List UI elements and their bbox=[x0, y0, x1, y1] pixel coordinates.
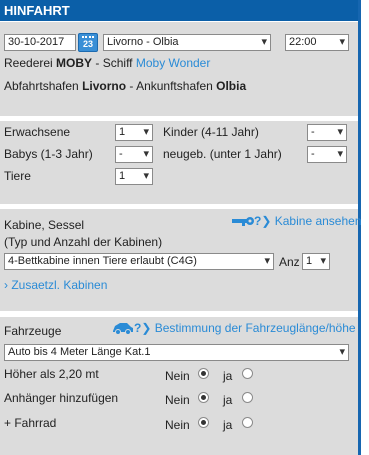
arrival-label: - Ankunftshafen bbox=[129, 79, 213, 93]
pets-select[interactable]: 1 bbox=[115, 168, 153, 185]
bicycle-no-label: Nein bbox=[165, 418, 190, 432]
route-value: Livorno - Olbia bbox=[107, 36, 179, 48]
babies-value: - bbox=[119, 148, 123, 160]
vehicle-type-select[interactable]: Auto bis 4 Meter Länge Kat.1 bbox=[4, 344, 349, 361]
adults-select[interactable]: 1 bbox=[115, 124, 153, 141]
height-no-radio[interactable] bbox=[198, 368, 209, 379]
height-option-label: Höher als 2,20 mt bbox=[4, 367, 99, 381]
pets-value: 1 bbox=[119, 170, 126, 182]
time-select[interactable]: 22:00 bbox=[285, 34, 349, 51]
section-header: HINFAHRT bbox=[0, 0, 358, 21]
extra-cabins-link[interactable]: › Zusaetzl. Kabinen bbox=[4, 278, 107, 292]
ship-label: - Schiff bbox=[95, 56, 133, 70]
ship-name-link[interactable]: Moby Wonder bbox=[136, 56, 210, 70]
vehicles-panel: Fahrzeuge ?❯ Bestimmung der Fahrzeugläng… bbox=[0, 317, 358, 455]
babies-select[interactable]: - bbox=[115, 146, 153, 163]
calendar-icon[interactable]: 23 bbox=[78, 33, 98, 52]
route-select[interactable]: Livorno - Olbia bbox=[103, 34, 271, 51]
vehicle-size-label: Bestimmung der Fahrzeuglänge/höhe bbox=[154, 321, 356, 335]
arrival-port: Olbia bbox=[216, 79, 247, 93]
babies-label: Babys (1-3 Jahr) bbox=[4, 147, 93, 161]
passengers-panel: Erwachsene 1 Kinder (4-11 Jahr) - Babys … bbox=[0, 121, 358, 204]
section-title: HINFAHRT bbox=[4, 3, 70, 18]
shipping-line: Reederei MOBY - Schiff Moby Wonder bbox=[4, 56, 210, 70]
cabins-subtitle: (Typ und Anzahl der Kabinen) bbox=[4, 235, 163, 249]
cabin-type-value: 4-Bettkabine innen Tiere erlaubt (C4G) bbox=[8, 255, 197, 267]
trailer-option-label: Anhänger hinzufügen bbox=[4, 391, 119, 405]
vehicles-title: Fahrzeuge bbox=[4, 324, 62, 338]
cabins-panel: Kabine, Sessel (Typ und Anzahl der Kabin… bbox=[0, 209, 362, 311]
shipping-label: Reederei bbox=[4, 56, 53, 70]
cabins-title: Kabine, Sessel bbox=[4, 218, 85, 232]
chevron-right-icon: ❯ bbox=[261, 214, 272, 228]
trailer-no-radio[interactable] bbox=[198, 392, 209, 403]
height-no-label: Nein bbox=[165, 369, 190, 383]
time-value: 22:00 bbox=[289, 36, 317, 48]
adults-label: Erwachsene bbox=[4, 125, 71, 139]
newborn-label: neugeb. (unter 1 Jahr) bbox=[163, 147, 282, 161]
cabin-type-select[interactable]: 4-Bettkabine innen Tiere erlaubt (C4G) bbox=[4, 253, 274, 270]
bicycle-yes-radio[interactable] bbox=[242, 417, 253, 428]
shipping-company: MOBY bbox=[56, 56, 93, 70]
calendar-day: 23 bbox=[82, 39, 93, 49]
newborn-value: - bbox=[311, 148, 315, 160]
adults-value: 1 bbox=[119, 126, 126, 138]
vehicle-type-value: Auto bis 4 Meter Länge Kat.1 bbox=[8, 346, 151, 358]
chevron-right-icon: ❯ bbox=[141, 321, 152, 335]
vehicle-size-link[interactable]: ?❯ Bestimmung der Fahrzeuglänge/höhe bbox=[112, 321, 356, 336]
cabin-qty-value: 1 bbox=[306, 255, 313, 267]
trip-panel: 30-10-2017 23 Livorno - Olbia 22:00 Reed… bbox=[0, 22, 358, 116]
newborn-select[interactable]: - bbox=[307, 146, 347, 163]
cabin-view-label: Kabine ansehen bbox=[274, 214, 362, 228]
children-select[interactable]: - bbox=[307, 124, 347, 141]
departure-label: Abfahrtshafen bbox=[4, 79, 79, 93]
height-yes-radio[interactable] bbox=[242, 368, 253, 379]
trailer-yes-radio[interactable] bbox=[242, 392, 253, 403]
departure-port: Livorno bbox=[82, 79, 127, 93]
trailer-no-label: Nein bbox=[165, 393, 190, 407]
car-icon bbox=[113, 323, 133, 336]
port-line: Abfahrtshafen Livorno - Ankunftshafen Ol… bbox=[4, 79, 246, 93]
bicycle-no-radio[interactable] bbox=[198, 417, 209, 428]
date-value: 30-10-2017 bbox=[8, 36, 65, 48]
children-value: - bbox=[311, 126, 315, 138]
bicycle-yes-label: ja bbox=[223, 418, 233, 432]
trailer-yes-label: ja bbox=[223, 393, 233, 407]
date-input[interactable]: 30-10-2017 bbox=[4, 34, 76, 51]
cabin-view-link[interactable]: ?❯ Kabine ansehen bbox=[232, 214, 362, 228]
pets-label: Tiere bbox=[4, 169, 31, 183]
children-label: Kinder (4-11 Jahr) bbox=[163, 125, 259, 139]
key-icon bbox=[232, 216, 254, 226]
bicycle-option-label: + Fahrrad bbox=[4, 416, 57, 430]
cabin-qty-select[interactable]: 1 bbox=[302, 253, 330, 270]
height-yes-label: ja bbox=[223, 369, 233, 383]
cabin-qty-label: Anz bbox=[279, 255, 300, 269]
